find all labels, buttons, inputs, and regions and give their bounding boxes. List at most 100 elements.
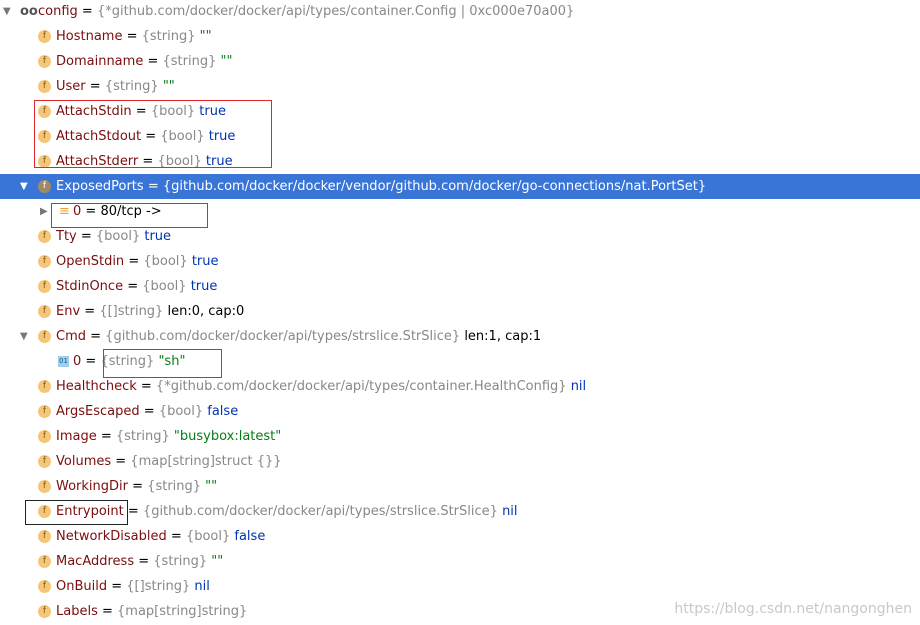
field-icon: f: [38, 230, 51, 243]
expand-arrow-icon[interactable]: ▼: [20, 324, 28, 349]
highlight-box-cmd: [103, 349, 222, 378]
row-type: {bool}: [142, 279, 191, 294]
row-name: StdinOnce: [56, 279, 124, 294]
row-kw: false: [207, 404, 239, 419]
highlight-box-entrypoint: [25, 500, 128, 525]
field-icon: f: [38, 455, 51, 468]
tree-row[interactable]: f ArgsEscaped = {bool} false: [0, 399, 920, 424]
row-name: NetworkDisabled: [56, 529, 167, 544]
watch-icon: oo: [20, 4, 38, 19]
row-op: =: [107, 579, 127, 594]
expand-arrow-icon[interactable]: ▼: [20, 174, 28, 199]
row-plain: len:0, cap:0: [167, 304, 245, 319]
row-type: {[]string}: [126, 579, 195, 594]
tree-row[interactable]: f Domainname = {string} "": [0, 49, 920, 74]
row-str: "": [211, 554, 224, 569]
row-op: =: [143, 179, 163, 194]
tree-row[interactable]: f Image = {string} "busybox:latest": [0, 424, 920, 449]
row-op: =: [96, 429, 116, 444]
row-type: {*github.com/docker/docker/api/types/con…: [155, 379, 571, 394]
row-type: {string}: [162, 54, 221, 69]
tree-row[interactable]: f StdinOnce = {bool} true: [0, 274, 920, 299]
tree-row[interactable]: f NetworkDisabled = {bool} false: [0, 524, 920, 549]
row-kw: true: [190, 279, 218, 294]
row-text: Image = {string} "busybox:latest": [56, 424, 281, 449]
expand-arrow-icon[interactable]: ▼: [3, 0, 11, 24]
field-icon: f: [38, 605, 51, 618]
tree-row[interactable]: f MacAddress = {string} "": [0, 549, 920, 574]
row-name: Cmd: [56, 329, 86, 344]
tree-row[interactable]: f Volumes = {map[string]struct {}}: [0, 449, 920, 474]
tree-row[interactable]: f Hostname = {string} "": [0, 24, 920, 49]
row-name: User: [56, 79, 86, 94]
tree-row[interactable]: f OnBuild = {[]string} nil: [0, 574, 920, 599]
tree-row[interactable]: f Entrypoint = {github.com/docker/docker/…: [0, 499, 920, 524]
row-op: =: [85, 79, 105, 94]
row-op: =: [81, 354, 101, 369]
row-op: =: [111, 454, 131, 469]
row-text: Domainname = {string} "": [56, 49, 232, 74]
tree-row[interactable]: f User = {string} "": [0, 74, 920, 99]
tree-row[interactable]: f WorkingDir = {string} "": [0, 474, 920, 499]
row-name: Tty: [56, 229, 77, 244]
field-icon: f: [38, 480, 51, 493]
watermark: https://blog.csdn.net/nangonghen: [674, 601, 912, 617]
row-text: StdinOnce = {bool} true: [56, 274, 217, 299]
field-icon: f: [38, 305, 51, 318]
field-icon: f: [38, 405, 51, 418]
highlight-box-attach: [34, 100, 272, 168]
row-name: config: [38, 4, 78, 19]
tree-row[interactable]: ▼ f ExposedPorts = {github.com/docker/dock…: [0, 174, 920, 199]
collapse-arrow-icon[interactable]: ▶: [40, 199, 48, 224]
row-text: OnBuild = {[]string} nil: [56, 574, 210, 599]
row-str: "": [220, 54, 233, 69]
row-type: {bool}: [158, 404, 208, 419]
field-icon: f: [38, 180, 51, 193]
row-op: =: [86, 329, 106, 344]
row-text: ArgsEscaped = {bool} false: [56, 399, 238, 424]
row-op: =: [77, 4, 97, 19]
field-icon: f: [38, 330, 51, 343]
row-name: WorkingDir: [56, 479, 128, 494]
row-kw: true: [191, 254, 219, 269]
row-text: WorkingDir = {string} "": [56, 474, 217, 499]
field-icon: f: [38, 280, 51, 293]
row-name: Hostname: [56, 29, 123, 44]
row-type: {string}: [115, 429, 174, 444]
tree-row[interactable]: ▼ f Cmd = {github.com/docker/docker/api/ty…: [0, 324, 920, 349]
field-icon: f: [38, 30, 51, 43]
row-text: NetworkDisabled = {bool} false: [56, 524, 265, 549]
row-str: "": [199, 29, 212, 44]
row-text: User = {string} "": [56, 74, 175, 99]
row-op: =: [139, 404, 159, 419]
field-icon: f: [38, 530, 51, 543]
row-type: {github.com/docker/docker/api/types/strs…: [105, 329, 465, 344]
row-kw: nil: [570, 379, 587, 394]
row-kw: true: [144, 229, 172, 244]
row-name: Env: [56, 304, 81, 319]
row-type: {string}: [104, 79, 163, 94]
row-op: =: [97, 604, 118, 619]
row-name: Image: [56, 429, 97, 444]
tree-row[interactable]: ▼ oo config = {*github.com/docker/docker/a…: [0, 0, 920, 24]
row-str: "": [205, 479, 218, 494]
row-text: OpenStdin = {bool} true: [56, 249, 219, 274]
row-name: ExposedPorts: [56, 179, 144, 194]
row-text: MacAddress = {string} "": [56, 549, 223, 574]
row-op: =: [143, 54, 163, 69]
row-type: {github.com/docker/docker/vendor/github.…: [162, 179, 707, 194]
tree-row[interactable]: f OpenStdin = {bool} true: [0, 249, 920, 274]
row-type: {github.com/docker/docker/api/types/strs…: [142, 504, 503, 519]
row-type: {*github.com/docker/docker/api/types/con…: [96, 4, 575, 19]
row-text: Env = {[]string} len:0, cap:0: [56, 299, 244, 324]
field-icon: f: [38, 380, 51, 393]
field-icon: f: [38, 55, 51, 68]
field-icon: f: [38, 80, 51, 93]
index-icon: 01: [58, 356, 69, 367]
tree-row[interactable]: f Env = {[]string} len:0, cap:0: [0, 299, 920, 324]
row-op: =: [166, 529, 186, 544]
row-name: Domainname: [56, 54, 144, 69]
row-plain: len:1, cap:1: [464, 329, 542, 344]
row-name: OnBuild: [56, 579, 108, 594]
row-type: {bool}: [185, 529, 235, 544]
